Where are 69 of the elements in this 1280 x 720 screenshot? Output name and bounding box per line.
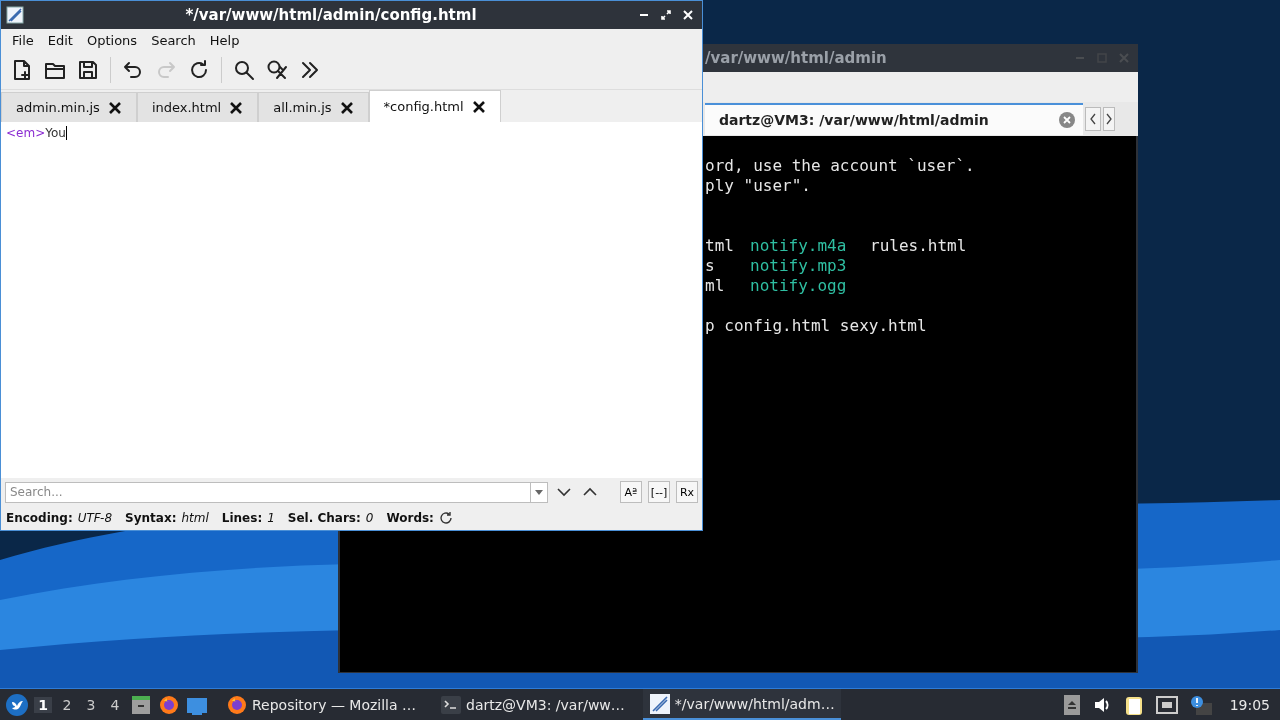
menu-item[interactable]: Edit	[40, 32, 80, 48]
workspace-button[interactable]: 4	[106, 696, 124, 713]
tab-label: *config.html	[383, 99, 464, 114]
close-icon[interactable]	[471, 99, 486, 114]
app-icon	[6, 6, 24, 24]
refresh-icon[interactable]	[438, 511, 453, 525]
terminal-text: ml	[705, 276, 726, 296]
whole-word-button[interactable]: [--]	[647, 481, 670, 503]
window-title: */var/www/html/admin/config.html	[184, 6, 478, 24]
status-label: Syntax:	[125, 511, 177, 525]
menu-item[interactable]: Options	[79, 32, 145, 48]
status-value: UTF-8	[77, 511, 113, 525]
clock[interactable]: 19:05	[1229, 696, 1270, 713]
start-menu-icon[interactable]	[6, 693, 28, 716]
regex-button[interactable]: Rx	[676, 481, 698, 503]
scroll-left-icon[interactable]	[1085, 107, 1101, 131]
app-icon	[648, 692, 671, 715]
status-label: Words:	[386, 511, 434, 525]
file-tab[interactable]: admin.min.js	[1, 92, 137, 122]
terminal-text: notify.ogg	[750, 276, 848, 296]
terminal-tab[interactable]: dartz@VM3: /var/www/html/admin	[705, 103, 1083, 135]
eject-icon[interactable]	[1063, 694, 1080, 715]
file-tab[interactable]: index.html	[136, 92, 259, 122]
close-icon[interactable]	[229, 100, 244, 115]
tab-label: admin.min.js	[16, 100, 100, 115]
find-replace-icon	[265, 58, 289, 82]
search-field[interactable]: Search...	[5, 481, 530, 503]
taskbar-task[interactable]: dartz@VM3: /var/ww…	[434, 689, 631, 720]
status-value: 0	[365, 511, 374, 525]
save-icon	[76, 58, 100, 82]
workspace-button[interactable]: 1	[34, 696, 52, 713]
status-label: Sel. Chars:	[287, 511, 361, 525]
tab-label: all.min.js	[273, 100, 332, 115]
terminal-text: tml	[705, 236, 735, 256]
tab-label: index.html	[151, 100, 222, 115]
status-value: 1	[267, 511, 275, 525]
menu-item[interactable]: File	[5, 32, 41, 48]
menu-item[interactable]: Help	[202, 32, 247, 48]
terminal-text: s	[705, 256, 716, 276]
menu-item[interactable]: Search	[144, 32, 203, 48]
terminal-text: notify.m4a	[750, 236, 848, 256]
status-value: html	[181, 511, 209, 525]
file-cabinet-icon[interactable]	[130, 693, 152, 716]
terminal-text: notify.mp3	[750, 256, 848, 276]
text-editor[interactable]: <em>You	[1, 122, 702, 478]
window-title: /var/www/html/admin	[705, 49, 888, 67]
taskbar-task[interactable]: */var/www/html/adm…	[642, 689, 841, 720]
terminal-icon	[440, 693, 463, 716]
close-icon[interactable]	[339, 100, 354, 115]
taskbar-task[interactable]: Repository — Mozilla …	[220, 689, 423, 720]
status-label: Encoding:	[6, 511, 73, 525]
tab-label: dartz@VM3: /var/www/html/admin	[719, 112, 989, 128]
status-label: Lines:	[221, 511, 263, 525]
file-tab[interactable]: *config.html	[368, 90, 501, 122]
terminal-text: ply "user".	[705, 176, 811, 196]
scroll-right-icon[interactable]	[1103, 107, 1115, 131]
terminal-text: p config.html sexy.html	[705, 316, 927, 336]
notification-icon[interactable]	[1189, 694, 1212, 715]
dropdown-icon[interactable]	[529, 481, 548, 503]
search-icon	[232, 58, 256, 82]
terminal-text: rules.html	[870, 236, 968, 256]
close-icon[interactable]	[107, 100, 122, 115]
workspace-button[interactable]: 3	[82, 696, 100, 713]
terminal-text: ord, use the account `user`.	[705, 156, 975, 176]
workspace-button[interactable]: 2	[58, 696, 76, 713]
code-line: <em>You	[6, 126, 68, 140]
match-case-button[interactable]: Aª	[619, 481, 642, 503]
file-tab[interactable]: all.min.js	[258, 92, 369, 122]
network-icon[interactable]	[1155, 694, 1178, 715]
